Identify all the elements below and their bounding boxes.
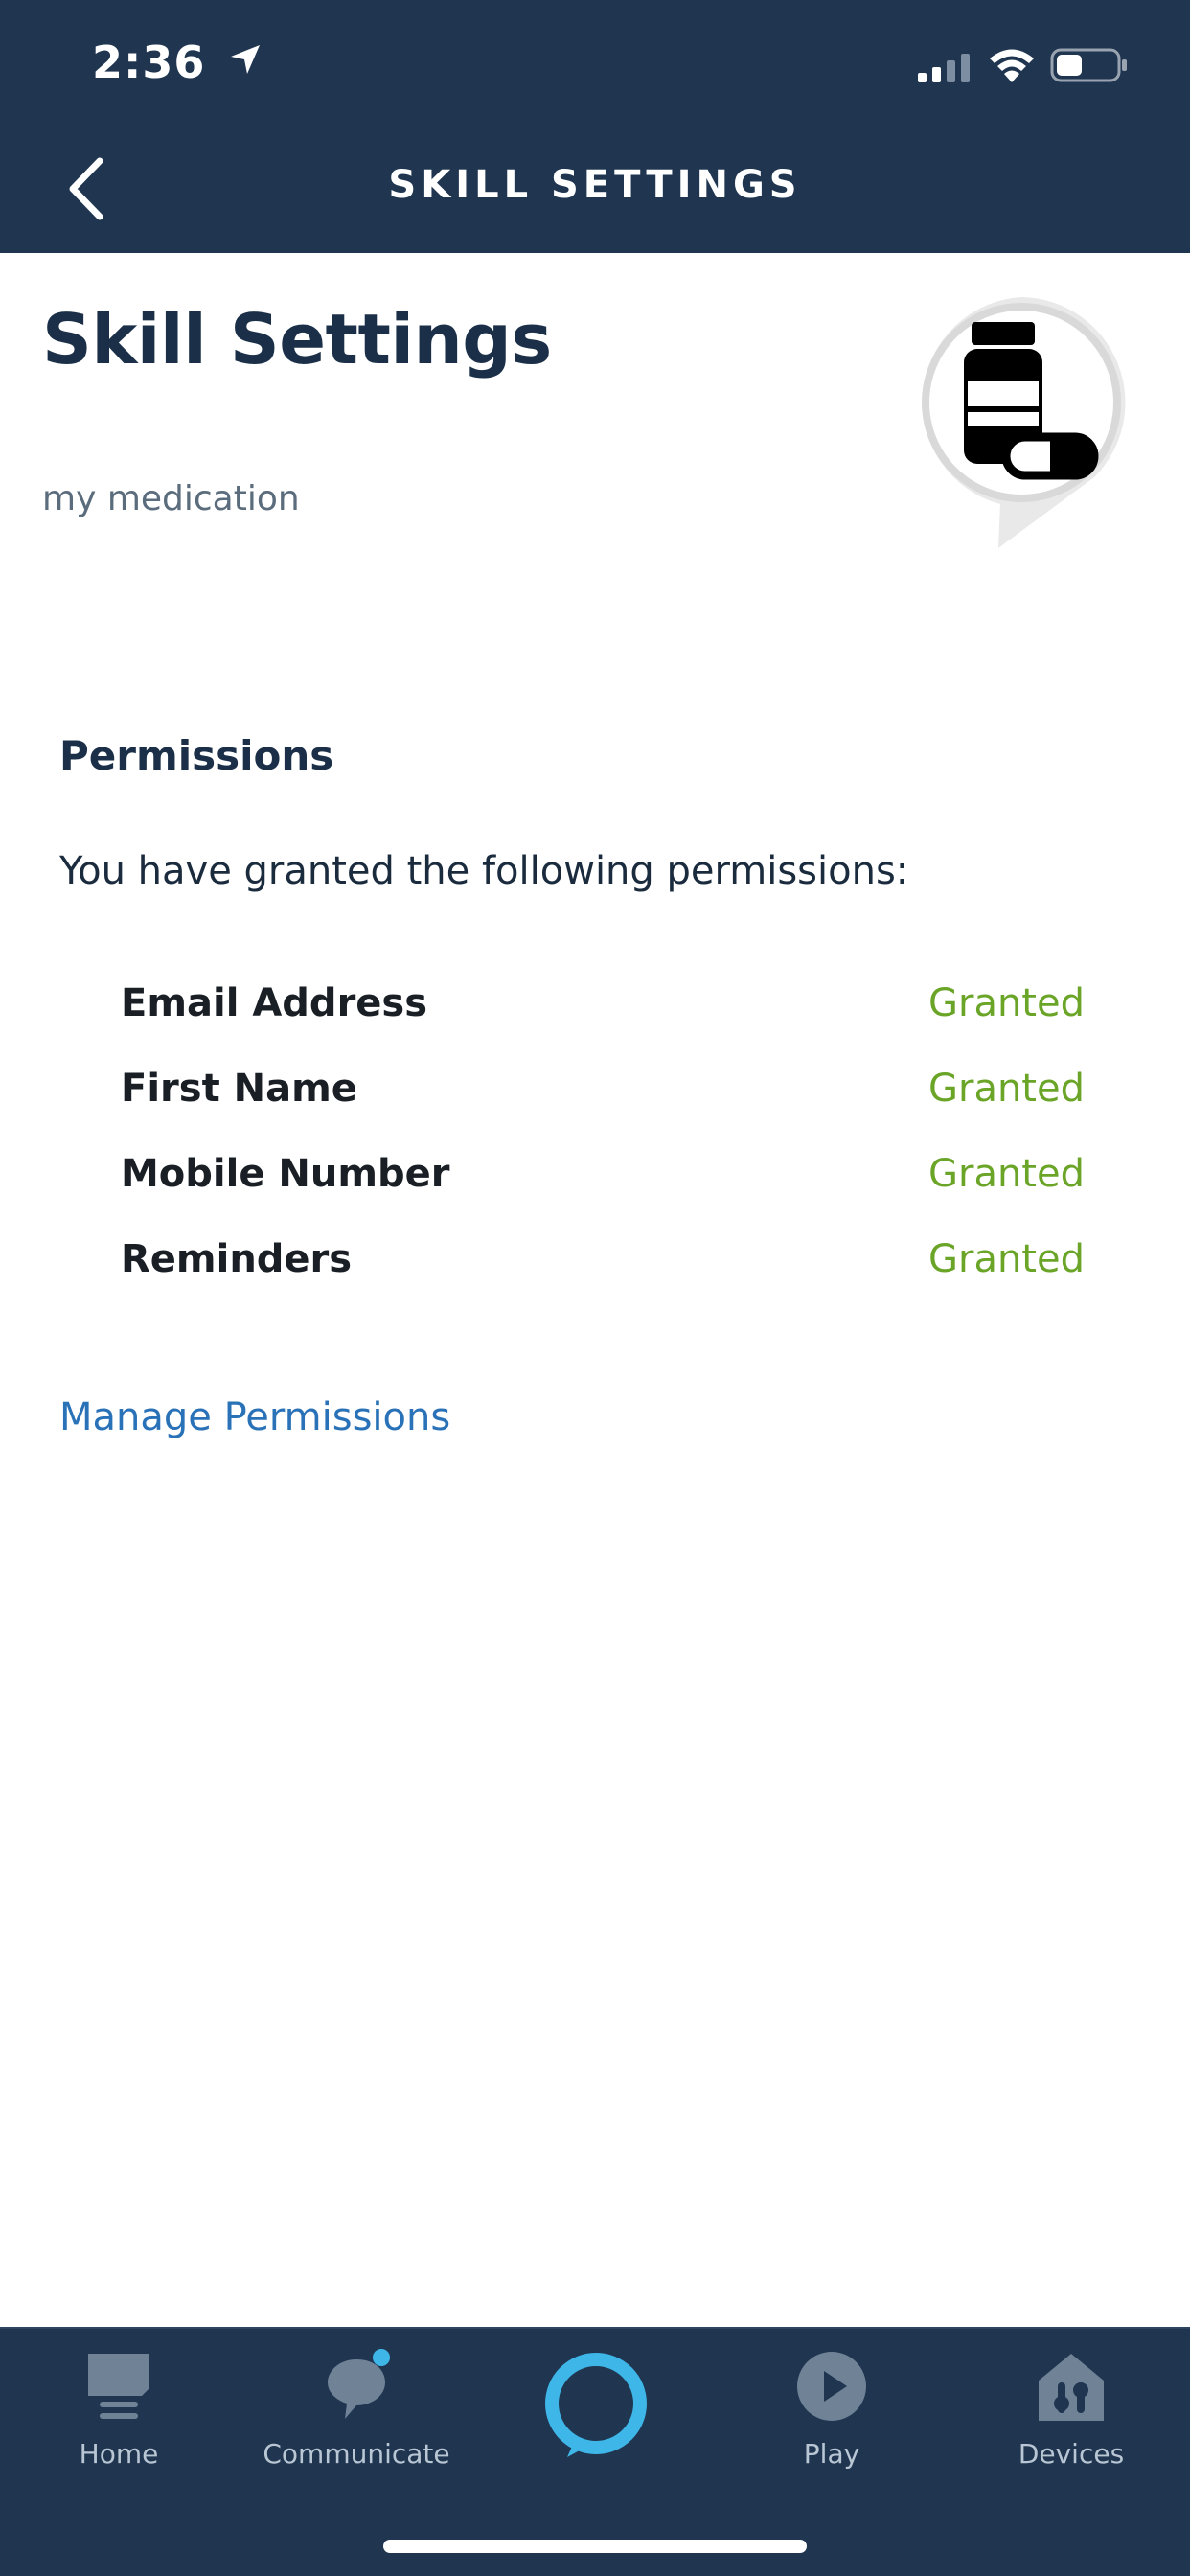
permission-status: Granted bbox=[928, 1152, 1085, 1196]
permission-name: Reminders bbox=[121, 1237, 353, 1281]
permission-name: First Name bbox=[121, 1067, 357, 1111]
play-icon bbox=[797, 2352, 866, 2421]
permission-name: Email Address bbox=[121, 981, 428, 1025]
tab-devices[interactable]: Devices bbox=[966, 2348, 1177, 2501]
permission-status: Granted bbox=[928, 1237, 1085, 1281]
tab-home-label: Home bbox=[79, 2438, 159, 2470]
nav-title: SKILL SETTINGS bbox=[388, 163, 802, 207]
chat-bubble-icon bbox=[328, 2349, 390, 2419]
permission-status: Granted bbox=[928, 1067, 1085, 1111]
permission-row-first-name: First Name Granted bbox=[121, 1067, 1085, 1124]
tab-communicate[interactable]: Communicate bbox=[251, 2348, 462, 2501]
bottom-tab-bar: Home Communicate Play Devices bbox=[0, 2327, 1190, 2576]
tab-play[interactable]: Play bbox=[726, 2348, 937, 2501]
manage-permissions-link[interactable]: Manage Permissions bbox=[59, 1395, 450, 1439]
permissions-heading: Permissions bbox=[59, 732, 334, 779]
permission-row-email: Email Address Granted bbox=[121, 981, 1085, 1039]
tab-play-label: Play bbox=[803, 2438, 860, 2470]
skill-name: my medication bbox=[42, 479, 300, 518]
battery-icon bbox=[1050, 48, 1127, 82]
status-bar-time: 2:36 bbox=[92, 36, 262, 88]
home-indicator bbox=[383, 2540, 807, 2553]
alexa-button-icon[interactable] bbox=[540, 2350, 652, 2461]
page-title: Skill Settings bbox=[42, 299, 552, 380]
permissions-description: You have granted the following permissio… bbox=[59, 849, 909, 893]
wifi-icon bbox=[990, 49, 1034, 82]
app-header: 2:36 SKILL SETTINGS bbox=[0, 0, 1190, 253]
location-arrow-icon bbox=[231, 45, 261, 74]
tab-home[interactable]: Home bbox=[13, 2348, 224, 2501]
permission-status: Granted bbox=[928, 981, 1085, 1025]
tab-communicate-label: Communicate bbox=[263, 2438, 450, 2470]
cellular-signal-icon bbox=[918, 54, 970, 82]
permission-row-mobile-number: Mobile Number Granted bbox=[121, 1152, 1085, 1209]
home-icon bbox=[88, 2354, 149, 2419]
status-time-text: 2:36 bbox=[92, 36, 206, 88]
permission-row-reminders: Reminders Granted bbox=[121, 1237, 1085, 1295]
permission-name: Mobile Number bbox=[121, 1152, 450, 1196]
tab-devices-label: Devices bbox=[1018, 2438, 1125, 2470]
devices-house-icon bbox=[1039, 2354, 1104, 2421]
medication-bottle-icon bbox=[922, 297, 1126, 548]
